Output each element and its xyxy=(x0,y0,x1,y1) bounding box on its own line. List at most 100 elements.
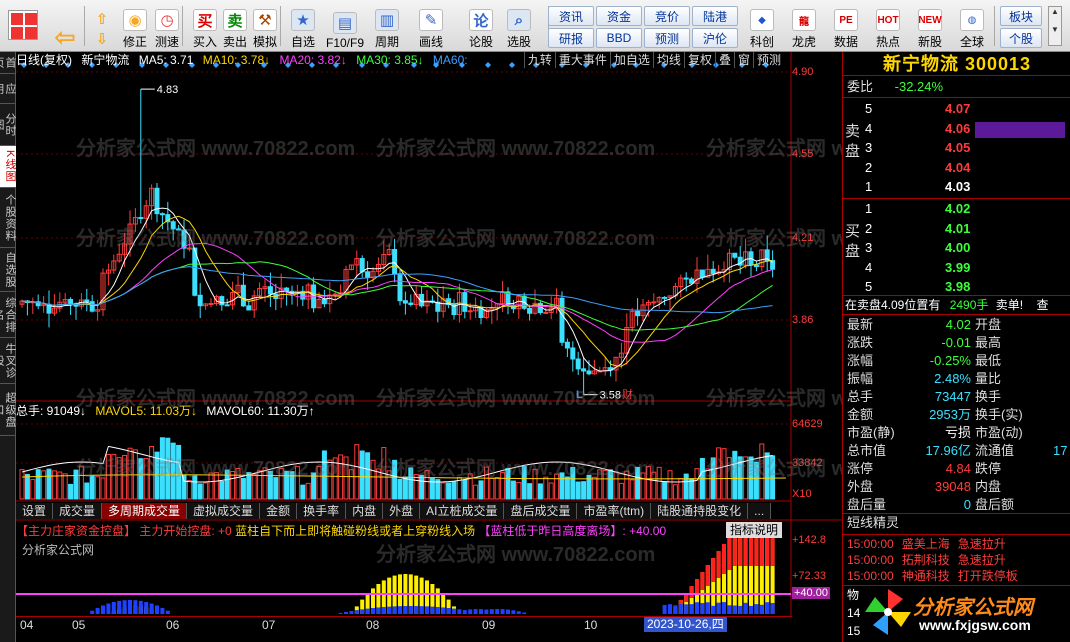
ask-level-row[interactable]: 3 4.05 xyxy=(865,139,1065,157)
toolbar-star-market-button[interactable]: ◆ 科创 xyxy=(744,4,780,50)
indicator-blue-bar xyxy=(349,610,354,614)
quick-0-3-button[interactable]: 陆港 xyxy=(692,6,738,26)
quick-1-3-button[interactable]: 沪伦 xyxy=(692,28,738,48)
sub-tab-12[interactable]: ... xyxy=(748,503,772,519)
toolbar-discuss-button[interactable]: 论论股 xyxy=(464,4,498,50)
candle-body xyxy=(208,303,214,306)
toolbar-clock-button[interactable]: ◷ 测速 xyxy=(150,4,184,50)
back-button[interactable]: ⇦ xyxy=(50,4,80,52)
chart-tool-4[interactable]: 复权 xyxy=(683,52,715,68)
left-tab-2[interactable]: 分时图 xyxy=(0,104,16,146)
indicator-red-bar xyxy=(711,558,716,582)
updown-buttons[interactable]: ⇧ ⇩ xyxy=(88,4,116,50)
quick-1-2-button[interactable]: 预测 xyxy=(644,28,690,48)
chart-tool-6[interactable]: 窗 xyxy=(733,52,753,68)
ask-level-row[interactable]: 5 4.07 xyxy=(865,100,1065,118)
news-title[interactable]: 短线精灵 xyxy=(847,514,899,532)
toolbar-hot-button[interactable]: HOT 热点 xyxy=(870,4,906,50)
sub-tab-9[interactable]: 盘后成交量 xyxy=(504,503,578,519)
toolbar-stock-pick-button[interactable]: ⌕ 选股 xyxy=(502,4,536,50)
candle-body xyxy=(138,216,144,219)
toolbar-scroll[interactable]: ▲ ▼ xyxy=(1048,6,1062,46)
sub-tab-10[interactable]: 市盈率(ttm) xyxy=(577,503,652,519)
left-tab-6[interactable]: 综合排名 xyxy=(0,292,16,338)
chart-canvas[interactable]: 4.83 3.58 L 财 xyxy=(16,52,842,642)
bid-level-row[interactable]: 2 4.01 xyxy=(865,220,1065,238)
toolbar-f10-button[interactable]: ▤ F10/F9 xyxy=(326,4,364,50)
indicator-blue-bar xyxy=(138,600,143,614)
left-tab-5[interactable]: 自选股 xyxy=(0,248,16,292)
layout-grid-icon[interactable] xyxy=(8,10,38,40)
chart-mode[interactable]: 日线(复权) xyxy=(16,53,72,67)
toolbar-pencil-button[interactable]: ✎ 画线 xyxy=(414,4,448,50)
logo-text: 分析家公式网 xyxy=(913,597,1033,619)
toolbar-arrows-updown-button[interactable]: ◉ 修正 xyxy=(118,4,152,50)
stat-label-2: 最高 xyxy=(975,335,1002,350)
toolbar-period-button[interactable]: ▥ 周期 xyxy=(370,4,404,50)
sub-tab-1[interactable]: 成交量 xyxy=(53,503,103,519)
volume-bar xyxy=(402,476,408,500)
volume-bar xyxy=(370,459,376,500)
bid-level-row[interactable]: 4 3.99 xyxy=(865,259,1065,277)
sub-tab-2[interactable]: 多周期成交量 xyxy=(102,503,188,519)
chart-tool-0[interactable]: 九转 xyxy=(523,52,555,68)
ask-level-row[interactable]: 2 4.04 xyxy=(865,159,1065,177)
chart-tool-3[interactable]: 均线 xyxy=(652,52,684,68)
bid-level-row[interactable]: 5 3.98 xyxy=(865,278,1065,296)
arrow-up-icon[interactable]: ⇧ xyxy=(90,10,114,28)
sub-tab-5[interactable]: 换手率 xyxy=(297,503,347,519)
quick-0-0-button[interactable]: 资讯 xyxy=(548,6,594,26)
chart-tool-7[interactable]: 预测 xyxy=(752,52,784,68)
sub-tab-11[interactable]: 陆股通持股变化 xyxy=(651,503,749,519)
bid-level-row[interactable]: 1 4.02 xyxy=(865,200,1065,218)
toolbar-buy-button[interactable]: 买买入 xyxy=(188,4,222,50)
left-tab-8[interactable]: 超级盘口 xyxy=(0,384,16,436)
left-tab-3[interactable]: K线图 xyxy=(0,146,16,188)
chart-tool-5[interactable]: 叠 xyxy=(714,52,734,68)
ask-level-row[interactable]: 1 4.03 xyxy=(865,178,1065,196)
bid-level-row[interactable]: 3 4.00 xyxy=(865,239,1065,257)
buy-icon: 买 xyxy=(193,9,217,31)
quick-0-1-button[interactable]: 资金 xyxy=(596,6,642,26)
news-time: 15:00:00 xyxy=(847,553,894,567)
news-item[interactable]: 15:00:00 盛美上海 急速拉升 xyxy=(847,536,1006,552)
candle-body xyxy=(559,297,565,343)
quick-1-1-button[interactable]: BBD xyxy=(596,28,642,48)
toolbar-label: 画线 xyxy=(418,35,443,49)
toolbar-pe-data-button[interactable]: PE 数据 xyxy=(828,4,864,50)
left-tab-0[interactable]: 首页 xyxy=(0,52,16,74)
volume-bar xyxy=(462,479,468,500)
sub-tab-3[interactable]: 虚拟成交量 xyxy=(187,503,261,519)
toolbar-sell-button[interactable]: 卖卖出 xyxy=(218,4,252,50)
quick-0-2-button[interactable]: 竞价 xyxy=(644,6,690,26)
quick-1-0-button[interactable]: 研报 xyxy=(548,28,594,48)
toolbar-globe-button[interactable]: ◍ 全球 xyxy=(954,4,990,50)
sub-tab-7[interactable]: 外盘 xyxy=(383,503,421,519)
toolbar-dragon-tiger-button[interactable]: 龍龙虎 xyxy=(786,4,822,50)
chart-tool-2[interactable]: 加自选 xyxy=(609,52,653,68)
volume-bar xyxy=(154,451,160,500)
notice-more-link[interactable]: 查 xyxy=(1036,298,1048,312)
sub-tab-6[interactable]: 内盘 xyxy=(346,503,384,519)
indicator-blue-bar xyxy=(765,602,770,614)
ask-level-row[interactable]: 4 4.06 xyxy=(865,120,1065,138)
sub-tab-4[interactable]: 金额 xyxy=(260,503,298,519)
sub-tab-0[interactable]: 设置 xyxy=(16,503,54,519)
candle-body xyxy=(564,341,570,349)
side-0-button[interactable]: 板块 xyxy=(1000,6,1042,26)
indicator-help-button[interactable]: 指标说明 xyxy=(725,522,782,538)
toolbar-watchlist-button[interactable]: ★ 自选 xyxy=(286,4,320,50)
big-order-notice[interactable]: 在卖盘4.09位置有 2490手 卖单! 查 xyxy=(845,296,1048,314)
chart-tool-1[interactable]: 重大事件 xyxy=(554,52,610,68)
left-tab-7[interactable]: 牛叉诊股 xyxy=(0,338,16,384)
arrow-down-icon[interactable]: ⇩ xyxy=(90,30,114,48)
left-tab-1[interactable]: 应用 xyxy=(0,74,16,104)
news-item[interactable]: 15:00:00 神通科技 打开跌停板 xyxy=(847,568,1018,584)
toolbar-new-stock-button[interactable]: NEW 新股 xyxy=(912,4,948,50)
news-item[interactable]: 15:00:00 拓荆科技 急速拉升 xyxy=(847,552,1006,568)
left-tab-4[interactable]: 个股资料 xyxy=(0,188,16,248)
side-1-button[interactable]: 个股 xyxy=(1000,28,1042,48)
toolbar-hammer-button[interactable]: ⚒ 模拟 xyxy=(248,4,282,50)
sub-tab-8[interactable]: AI立桩成交量 xyxy=(420,503,505,519)
volume-bar xyxy=(435,479,441,500)
